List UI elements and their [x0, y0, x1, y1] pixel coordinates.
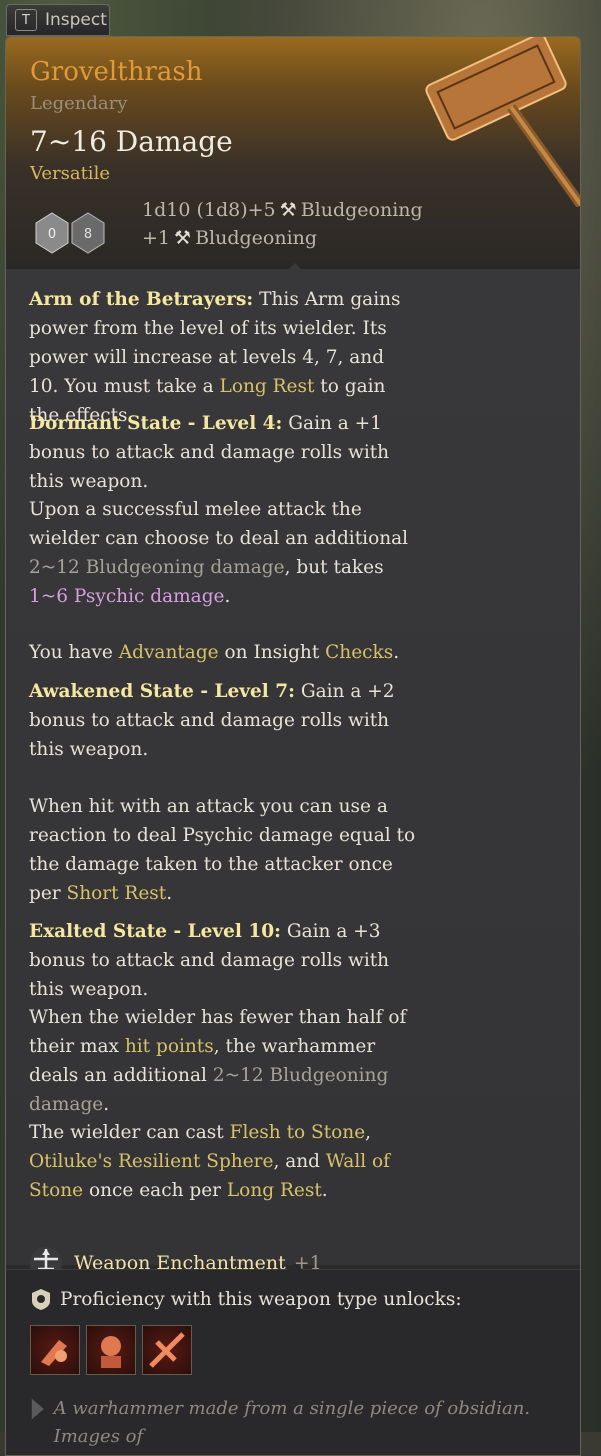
awakened-paragraph: Awakened State - Level 7: Gain a +2 bonu…: [29, 681, 395, 760]
exalted-paragraph: Exalted State - Level 10: Gain a +3 bonu…: [29, 921, 390, 1000]
action-icon-3[interactable]: [142, 1325, 192, 1375]
dice-icon: 0 8: [35, 212, 105, 254]
resilient-sphere-link[interactable]: Otiluke's Resilient Sphere: [29, 1151, 273, 1172]
checks-link[interactable]: Checks: [325, 642, 393, 663]
damage-line-2: +1 ⚒ Bludgeoning: [142, 227, 318, 249]
item-property: Versatile: [30, 163, 110, 184]
long-rest-link[interactable]: Long Rest: [220, 376, 315, 397]
footer-notch: [286, 1263, 304, 1271]
proficiency-row: Proficiency with this weapon type unlock…: [30, 1287, 462, 1311]
inspect-tab[interactable]: T Inspect: [6, 4, 110, 36]
short-rest-link[interactable]: Short Rest: [67, 883, 167, 904]
psychic-damage-link[interactable]: 1~6 Psychic damage: [29, 586, 225, 607]
bludgeoning-damage-link[interactable]: 2~12 Bludgeoning damage: [29, 557, 285, 578]
hit-paragraph: When hit with an attack you can use a re…: [29, 796, 416, 904]
advantage-link[interactable]: Advantage: [119, 642, 219, 663]
item-tooltip: Grovelthrash Legendary 7~16 Damage Versa…: [5, 36, 581, 1456]
item-damage: 7~16 Damage: [30, 125, 233, 158]
action-icon-2[interactable]: [86, 1325, 136, 1375]
bludgeoning-icon: ⚒: [279, 199, 297, 221]
flesh-to-stone-link[interactable]: Flesh to Stone: [230, 1122, 366, 1143]
dormant-paragraph: Dormant State - Level 4: Gain a +1 bonus…: [29, 413, 390, 492]
half-hp-paragraph: When the wielder has fewer than half of …: [29, 1007, 407, 1115]
keybind-badge: T: [15, 9, 37, 31]
cast-paragraph: The wielder can cast Flesh to Stone, Oti…: [29, 1122, 391, 1201]
hit-points-link[interactable]: hit points: [125, 1036, 214, 1057]
weapon-actions: [30, 1325, 192, 1375]
tooltip-header: Grovelthrash Legendary 7~16 Damage Versa…: [6, 37, 580, 272]
die-face-1: 0: [48, 227, 56, 242]
flavor-text: A warhammer made from a single piece of …: [30, 1395, 550, 1451]
melee-paragraph: Upon a successful melee attack the wield…: [29, 499, 409, 607]
quote-icon: [31, 1398, 44, 1420]
proficiency-icon: [32, 1289, 50, 1310]
item-name: Grovelthrash: [30, 57, 203, 87]
item-rarity: Legendary: [30, 93, 128, 114]
die-face-2: 8: [84, 227, 92, 242]
damage-line-1: 1d10 (1d8)+5 ⚒ Bludgeoning: [142, 199, 423, 221]
warhammer-icon: [425, 37, 580, 207]
bludgeoning-icon: ⚒: [174, 227, 192, 249]
advantage-paragraph: You have Advantage on Insight Checks.: [29, 642, 400, 663]
action-icon-1[interactable]: [30, 1325, 80, 1375]
proficiency-label: Proficiency with this weapon type unlock…: [60, 1288, 462, 1310]
inspect-label: Inspect: [45, 10, 107, 30]
long-rest-link[interactable]: Long Rest: [227, 1180, 322, 1201]
